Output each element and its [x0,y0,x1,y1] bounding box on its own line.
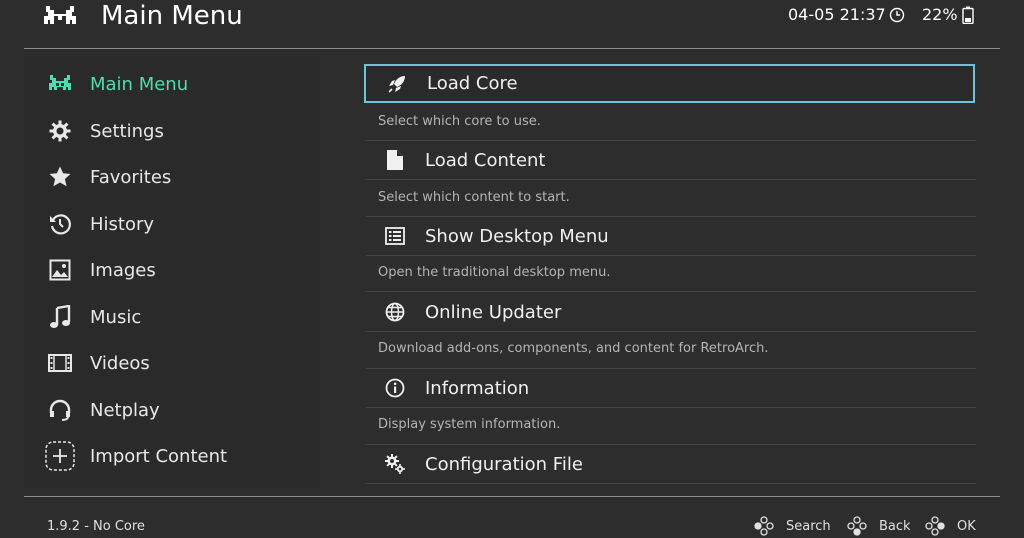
sidebar-item-main-menu[interactable]: Main Menu [24,64,320,104]
globe-icon [384,301,406,323]
menu-item-description: Download add-ons, components, and conten… [378,341,769,356]
menu-list: Load Core Select which core to use. Load… [364,62,980,488]
sidebar-item-import-content[interactable]: Import Content [24,436,320,476]
search-label: Search [786,518,831,534]
image-icon [45,255,75,285]
back-label: Back [879,518,911,534]
sidebar-item-videos[interactable]: Videos [24,343,320,383]
history-icon [45,209,75,239]
menu-item-label: Show Desktop Menu [425,225,609,247]
sidebar-item-images[interactable]: Images [24,250,320,290]
sidebar-item-label: Main Menu [90,73,189,95]
sidebar-item-settings[interactable]: Settings [24,111,320,151]
menu-item-load-content[interactable]: Load Content [364,140,978,180]
rocket-icon [386,73,408,95]
retroarch-logo-icon [44,6,76,24]
sidebar-item-label: Favorites [90,166,172,188]
info-icon [384,377,406,399]
menu-item-description: Select which content to start. [378,190,570,205]
version-label: 1.9.2 - No Core [47,519,145,534]
divider [366,331,976,332]
sidebar-item-label: Netplay [90,399,160,421]
menu-item-description: Select which core to use. [378,114,541,129]
battery-text: 22% [922,5,958,24]
sidebar-item-label: History [90,213,155,235]
sidebar-item-label: Import Content [90,445,228,467]
datetime-text: 04-05 21:37 [788,5,886,24]
footer-divider [24,496,1000,497]
list-icon [384,225,406,247]
gamepad-buttons-icon [925,516,945,536]
menu-item-description: Display system information. [378,417,561,432]
sidebar-item-label: Images [90,259,156,281]
sidebar-item-music[interactable]: Music [24,297,320,337]
sidebar: Main Menu Settings Favorites History Ima… [24,56,320,488]
file-icon [384,149,406,171]
search-button[interactable]: Search [754,516,831,536]
music-note-icon [45,302,75,332]
menu-item-show-desktop-menu[interactable]: Show Desktop Menu [364,216,978,256]
ok-label: OK [957,518,976,534]
sidebar-item-label: Settings [90,120,164,142]
header-divider [24,48,1000,49]
header-bar: Main Menu 04-05 21:37 22% [0,0,1024,48]
ok-button[interactable]: OK [925,516,976,536]
divider [366,483,976,484]
sidebar-item-label: Videos [90,352,150,374]
gamepad-buttons-icon [754,516,774,536]
divider [366,407,976,408]
sidebar-item-label: Music [90,306,142,328]
divider [366,179,976,180]
page-title: Main Menu [101,1,243,31]
battery-display: 22% [922,5,974,25]
clock-icon [889,7,904,23]
invader-icon [45,69,75,99]
menu-item-description: Open the traditional desktop menu. [378,265,611,280]
menu-item-label: Load Content [425,149,546,171]
sidebar-item-netplay[interactable]: Netplay [24,390,320,430]
gear-icon [45,116,75,146]
datetime-display: 04-05 21:37 [788,5,905,25]
menu-item-label: Information [425,377,530,399]
menu-item-label: Load Core [427,73,518,94]
gamepad-buttons-icon [847,516,867,536]
menu-item-label: Configuration File [425,453,583,475]
menu-item-label: Online Updater [425,301,562,323]
star-icon [45,162,75,192]
menu-item-load-core[interactable]: Load Core [364,64,975,103]
battery-icon [961,6,974,24]
menu-item-online-updater[interactable]: Online Updater [364,292,978,332]
divider [366,255,976,256]
film-icon [45,348,75,378]
menu-item-information[interactable]: Information [364,368,978,408]
sidebar-item-history[interactable]: History [24,204,320,244]
menu-item-configuration-file[interactable]: Configuration File [364,444,978,484]
headset-icon [45,395,75,425]
cogs-icon [384,453,406,475]
sidebar-item-favorites[interactable]: Favorites [24,157,320,197]
back-button[interactable]: Back [847,516,911,536]
plus-box-icon [45,441,75,471]
